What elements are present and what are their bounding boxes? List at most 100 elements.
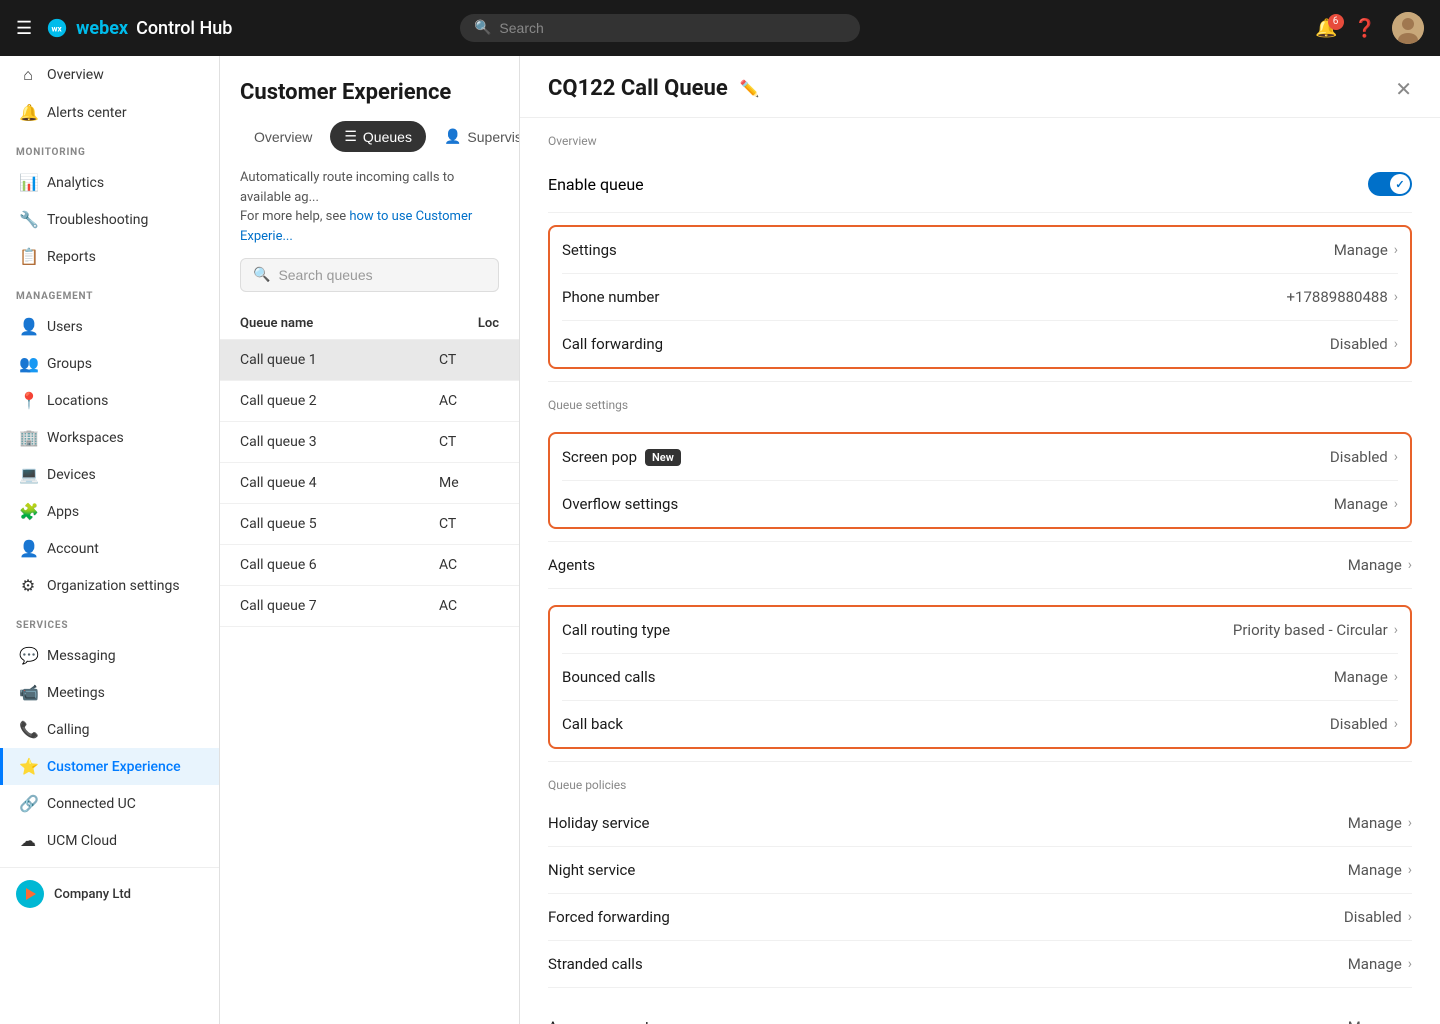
meetings-icon: 📹 <box>19 683 37 702</box>
settings-row[interactable]: Settings Manage › <box>562 227 1398 274</box>
services-section-label: SERVICES <box>0 604 219 637</box>
forced-forwarding-row[interactable]: Forced forwarding Disabled › <box>548 894 1412 941</box>
screen-pop-label: Screen pop New <box>562 448 681 466</box>
sidebar-item-org-settings-label: Organization settings <box>47 578 180 594</box>
queue-loc-3: CT <box>439 434 499 450</box>
tab-supervisor[interactable]: 👤 Supervis... <box>430 121 520 152</box>
queue-row-7[interactable]: Call queue 7 AC <box>220 586 519 627</box>
overflow-settings-chevron: › <box>1394 496 1398 512</box>
sidebar-item-analytics[interactable]: 📊 Analytics <box>0 164 219 201</box>
overflow-settings-value: Manage › <box>1334 495 1398 513</box>
enable-queue-toggle[interactable]: ✓ <box>1368 172 1412 196</box>
edit-button[interactable]: ✏️ <box>740 79 760 98</box>
sidebar-item-devices-label: Devices <box>47 467 96 483</box>
connected-uc-icon: 🔗 <box>19 794 37 813</box>
svg-text:wx: wx <box>52 25 63 35</box>
call-routing-type-label: Call routing type <box>562 621 670 639</box>
sidebar-item-users[interactable]: 👤 Users <box>0 308 219 345</box>
sidebar-item-account[interactable]: 👤 Account <box>0 530 219 567</box>
left-panel-header: Customer Experience Overview ☰ Queues 👤 … <box>220 56 519 308</box>
sidebar-item-overview[interactable]: ⌂ Overview <box>0 56 219 94</box>
queue-loc-header: Loc <box>478 316 499 331</box>
holiday-service-row[interactable]: Holiday service Manage › <box>548 800 1412 847</box>
agents-row[interactable]: Agents Manage › <box>548 541 1412 589</box>
call-forwarding-row[interactable]: Call forwarding Disabled › <box>562 321 1398 367</box>
help-button[interactable]: ❓ <box>1354 18 1376 39</box>
sidebar-item-apps[interactable]: 🧩 Apps <box>0 493 219 530</box>
notification-badge: 6 <box>1328 14 1344 30</box>
tab-overview[interactable]: Overview <box>240 121 326 152</box>
queue-row-5[interactable]: Call queue 5 CT <box>220 504 519 545</box>
overview-section-label: Overview <box>548 118 1412 156</box>
queue-row-3[interactable]: Call queue 3 CT <box>220 422 519 463</box>
sidebar-item-meetings[interactable]: 📹 Meetings <box>0 674 219 711</box>
stranded-calls-label: Stranded calls <box>548 955 643 973</box>
call-forwarding-chevron: › <box>1394 336 1398 352</box>
sidebar-item-meetings-label: Meetings <box>47 685 105 701</box>
sidebar-item-apps-label: Apps <box>47 504 79 520</box>
call-routing-type-row[interactable]: Call routing type Priority based - Circu… <box>562 607 1398 654</box>
screen-pop-value: Disabled › <box>1330 448 1398 466</box>
notifications-button[interactable]: 🔔 6 <box>1315 18 1337 39</box>
queue-row-2[interactable]: Call queue 2 AC <box>220 381 519 422</box>
bounced-calls-value: Manage › <box>1334 668 1398 686</box>
tab-queues[interactable]: ☰ Queues <box>330 121 426 152</box>
user-avatar[interactable] <box>1392 12 1424 44</box>
help-link[interactable]: how to use Customer Experie... <box>240 209 472 244</box>
sidebar-item-ucm-cloud[interactable]: ☁ UCM Cloud <box>0 822 219 859</box>
sidebar-item-devices[interactable]: 💻 Devices <box>0 456 219 493</box>
call-back-value: Disabled › <box>1330 715 1398 733</box>
holiday-service-value: Manage › <box>1348 814 1412 832</box>
sidebar-item-reports[interactable]: 📋 Reports <box>0 238 219 275</box>
overflow-settings-row[interactable]: Overflow settings Manage › <box>562 481 1398 527</box>
ucm-cloud-icon: ☁ <box>19 831 37 850</box>
sidebar-item-connected-uc[interactable]: 🔗 Connected UC <box>0 785 219 822</box>
queue-settings-outlined-section: Screen pop New Disabled › Overflow setti… <box>548 432 1412 529</box>
sidebar-item-workspaces[interactable]: 🏢 Workspaces <box>0 419 219 456</box>
night-service-row[interactable]: Night service Manage › <box>548 847 1412 894</box>
alerts-icon: 🔔 <box>19 103 37 122</box>
sidebar-item-analytics-label: Analytics <box>47 175 104 191</box>
search-bar[interactable]: 🔍 <box>460 14 860 42</box>
stranded-calls-row[interactable]: Stranded calls Manage › <box>548 941 1412 988</box>
phone-number-row[interactable]: Phone number +17889880488 › <box>562 274 1398 321</box>
overview-icon: ⌂ <box>19 65 37 85</box>
forced-forwarding-label: Forced forwarding <box>548 908 670 926</box>
queue-table: Queue name Loc Call queue 1 CT Call queu… <box>220 308 519 1024</box>
queue-row-6[interactable]: Call queue 6 AC <box>220 545 519 586</box>
close-button[interactable]: ✕ <box>1395 77 1412 101</box>
right-panel: CQ122 Call Queue ✏️ ✕ Overview Enable qu… <box>520 56 1440 1024</box>
sidebar-item-messaging[interactable]: 💬 Messaging <box>0 637 219 674</box>
phone-number-chevron: › <box>1394 289 1398 305</box>
queue-search-bar[interactable]: 🔍 <box>240 258 499 292</box>
queues-tab-icon: ☰ <box>344 128 357 145</box>
hamburger-menu[interactable]: ☰ <box>16 18 32 39</box>
call-routing-type-value: Priority based - Circular › <box>1233 621 1398 639</box>
sidebar-item-org-settings[interactable]: ⚙ Organization settings <box>0 567 219 604</box>
announcements-value: Manage › <box>1348 1018 1412 1024</box>
bounced-calls-label: Bounced calls <box>562 668 656 686</box>
call-back-label: Call back <box>562 715 623 733</box>
sidebar-item-troubleshooting[interactable]: 🔧 Troubleshooting <box>0 201 219 238</box>
topnav-actions: 🔔 6 ❓ <box>1315 12 1424 44</box>
night-service-chevron: › <box>1408 862 1412 878</box>
call-forwarding-value: Disabled › <box>1330 335 1398 353</box>
description-text: Automatically route incoming calls to av… <box>240 168 499 246</box>
queue-row-4[interactable]: Call queue 4 Me <box>220 463 519 504</box>
queue-search-input[interactable] <box>278 267 486 283</box>
queue-row-1[interactable]: Call queue 1 CT <box>220 340 519 381</box>
sidebar-item-locations[interactable]: 📍 Locations <box>0 382 219 419</box>
search-input[interactable] <box>499 20 846 36</box>
sidebar-item-calling[interactable]: 📞 Calling <box>0 711 219 748</box>
screen-pop-chevron: › <box>1394 449 1398 465</box>
users-icon: 👤 <box>19 317 37 336</box>
sidebar-item-groups[interactable]: 👥 Groups <box>0 345 219 382</box>
right-panel-content: Overview Enable queue ✓ Settings Manage … <box>520 118 1440 1024</box>
sidebar-item-alerts[interactable]: 🔔 Alerts center <box>0 94 219 131</box>
call-back-row[interactable]: Call back Disabled › <box>562 701 1398 747</box>
announcements-row[interactable]: Announcements Manage › <box>548 1004 1412 1024</box>
bounced-calls-row[interactable]: Bounced calls Manage › <box>562 654 1398 701</box>
screen-pop-row[interactable]: Screen pop New Disabled › <box>562 434 1398 481</box>
sidebar-item-customer-experience[interactable]: ⭐ Customer Experience <box>0 748 219 785</box>
queue-loc-1: CT <box>439 352 499 368</box>
